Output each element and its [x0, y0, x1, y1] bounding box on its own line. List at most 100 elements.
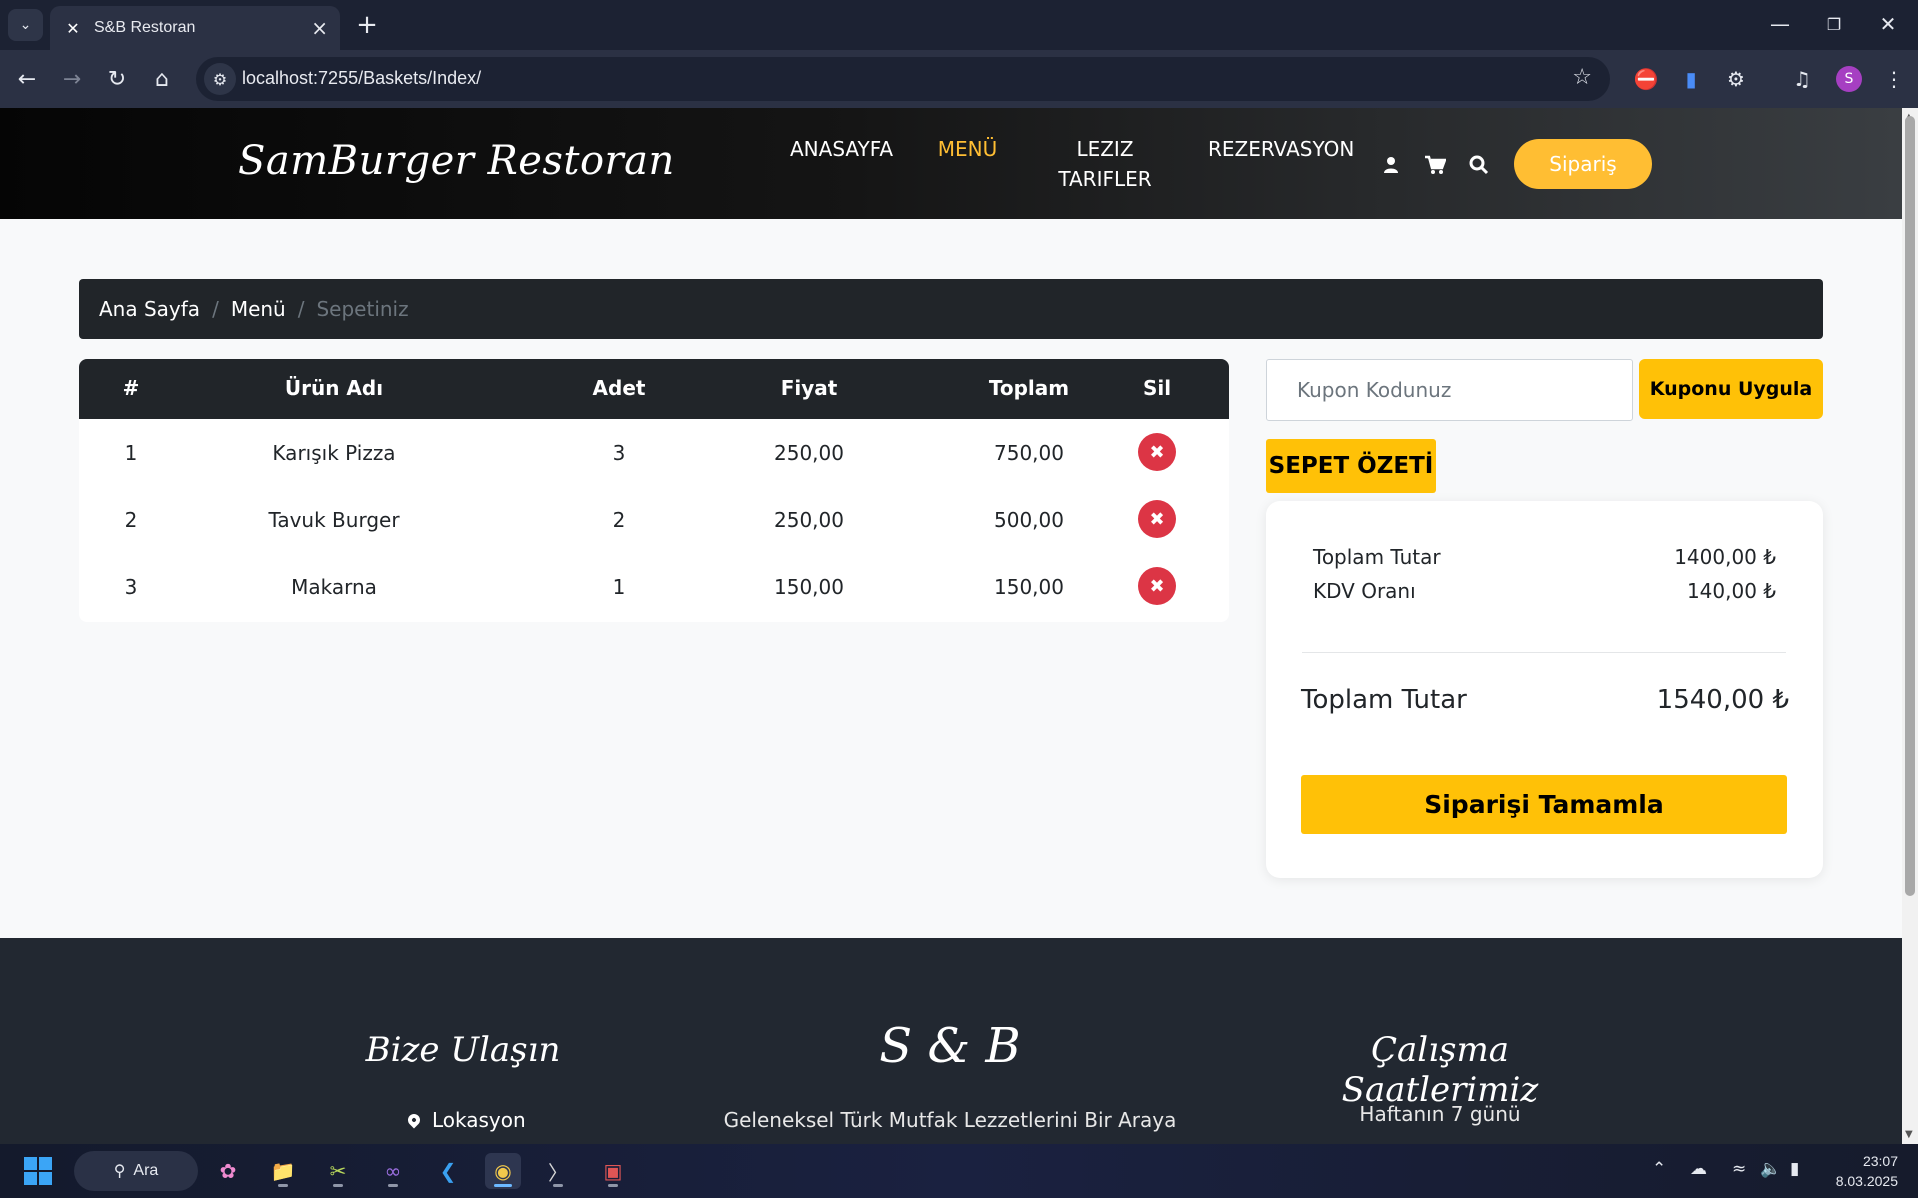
row-qty: 1: [612, 575, 626, 599]
breadcrumb-separator: /: [212, 297, 219, 321]
breadcrumb-menu[interactable]: Menü: [231, 297, 286, 321]
close-window-button[interactable]: ✕: [1868, 8, 1908, 40]
table-header: # Ürün Adı Adet Fiyat Toplam Sil: [79, 359, 1229, 419]
order-button[interactable]: Sipariş: [1514, 139, 1652, 189]
minimize-icon: —: [1770, 12, 1790, 36]
search-icon[interactable]: [1466, 152, 1492, 178]
delete-button[interactable]: ✖: [1138, 500, 1176, 538]
chrome-icon[interactable]: ◉: [485, 1153, 521, 1189]
tab-title: S&B Restoran: [94, 19, 196, 36]
brand-logo[interactable]: SamBurger Restoran: [238, 138, 675, 184]
map-pin-icon: [405, 1111, 423, 1129]
row-product-name: Karışık Pizza: [272, 441, 396, 465]
x-icon: ✖: [1149, 441, 1165, 463]
row-qty: 3: [612, 441, 626, 465]
taskbar-search[interactable]: ⚲ Ara: [74, 1151, 198, 1191]
nav-menu[interactable]: MENÜ: [925, 134, 1010, 164]
tab-search-button[interactable]: ⌄: [8, 9, 43, 41]
row-no: 1: [124, 441, 138, 465]
battery-icon[interactable]: ▮: [1790, 1159, 1799, 1179]
restore-button[interactable]: ❐: [1814, 8, 1854, 40]
basket-table: # Ürün Adı Adet Fiyat Toplam Sil 1 Karış…: [79, 359, 1229, 622]
profile-avatar[interactable]: S: [1836, 66, 1862, 92]
new-tab-button[interactable]: +: [352, 10, 382, 40]
x-icon: ✖: [1149, 508, 1165, 530]
vscode-icon[interactable]: ❮: [430, 1153, 466, 1189]
row-price: 250,00: [774, 508, 844, 532]
footer-hours-text: Haftanın 7 günü: [1359, 1102, 1521, 1126]
row-qty: 2: [612, 508, 626, 532]
scrollbar-thumb[interactable]: [1905, 116, 1915, 896]
footer-location-text: Lokasyon: [432, 1108, 526, 1132]
table-row: 3 Makarna 1 150,00 150,00 ✖: [79, 553, 1229, 620]
close-icon: ✕: [1879, 12, 1897, 36]
back-button[interactable]: ←: [10, 62, 44, 96]
clock-date: 8.03.2025: [1835, 1173, 1898, 1189]
volume-icon[interactable]: 🔈: [1760, 1159, 1781, 1179]
reload-icon: ↻: [107, 66, 127, 92]
browser-tab[interactable]: ✕ S&B Restoran ×: [50, 6, 340, 50]
media-control-icon[interactable]: ♫: [1786, 63, 1818, 95]
coupon-input[interactable]: [1266, 359, 1633, 421]
breadcrumb-separator: /: [297, 297, 305, 321]
arrow-left-icon: ←: [17, 66, 37, 92]
snip-recorder-icon[interactable]: ▣: [595, 1153, 631, 1189]
breadcrumb: Ana Sayfa / Menü / Sepetiniz: [79, 279, 1823, 339]
breadcrumb-home[interactable]: Ana Sayfa: [99, 297, 200, 321]
row-total: 500,00: [994, 508, 1064, 532]
taskbar-search-label: Ara: [133, 1162, 159, 1179]
restore-icon: ❐: [1826, 14, 1842, 34]
column-header-total: Toplam: [988, 376, 1070, 400]
visual-studio-icon[interactable]: ∞: [375, 1153, 411, 1189]
adblock-extension-icon[interactable]: ⛔: [1630, 63, 1662, 95]
more-menu-icon[interactable]: ⋮: [1878, 63, 1910, 95]
apply-coupon-button[interactable]: Kuponu Uygula: [1639, 359, 1823, 419]
complete-order-button[interactable]: Siparişi Tamamla: [1301, 775, 1787, 834]
plus-icon: +: [356, 10, 378, 40]
delete-button[interactable]: ✖: [1138, 567, 1176, 605]
close-icon[interactable]: ×: [311, 16, 328, 40]
summary-card: Toplam Tutar 1400,00 ₺ KDV Oranı 140,00 …: [1266, 501, 1823, 878]
terminal-icon[interactable]: 〉: [540, 1153, 576, 1189]
delete-button[interactable]: ✖: [1138, 433, 1176, 471]
browser-tabbar: ⌄ ✕ S&B Restoran × + — ❐ ✕: [0, 0, 1918, 50]
x-icon: ✖: [1149, 575, 1165, 597]
wifi-icon[interactable]: ≈: [1732, 1159, 1746, 1179]
forward-button[interactable]: →: [55, 62, 89, 96]
chevron-up-icon[interactable]: ⌃: [1652, 1159, 1666, 1179]
chevron-down-icon: ⌄: [19, 17, 32, 33]
url-text[interactable]: localhost:7255/Baskets/Index/: [242, 68, 481, 89]
nav-leziz-tarifler[interactable]: LEZIZ TARIFLER: [1050, 134, 1160, 194]
footer-logo-title: S & B: [879, 1018, 1021, 1074]
taskbar-clock[interactable]: 23:07 8.03.2025: [1826, 1151, 1898, 1191]
onedrive-cloud-icon[interactable]: ☁: [1690, 1159, 1707, 1179]
snipping-tool-icon[interactable]: ✂: [320, 1153, 356, 1189]
arrow-right-icon: →: [62, 66, 82, 92]
nav-rezervasyon[interactable]: REZERVASYON: [1208, 134, 1354, 164]
home-button[interactable]: ⌂: [145, 62, 179, 96]
site-header: SamBurger Restoran ANASAYFA MENÜ LEZIZ T…: [0, 108, 1902, 219]
cart-icon[interactable]: [1422, 152, 1448, 178]
column-header-delete: Sil: [1142, 376, 1172, 400]
nav-anasayfa[interactable]: ANASAYFA: [790, 134, 893, 164]
footer-location-link[interactable]: Lokasyon: [405, 1108, 526, 1132]
scroll-down-icon[interactable]: ▼: [1905, 1129, 1913, 1140]
subtotal-label: Toplam Tutar: [1313, 545, 1441, 569]
address-bar[interactable]: ⚙ localhost:7255/Baskets/Index/ ☆: [196, 57, 1610, 101]
minimize-button[interactable]: —: [1760, 8, 1800, 40]
reload-button[interactable]: ↻: [100, 62, 134, 96]
extensions-puzzle-icon[interactable]: ⚙: [1720, 63, 1752, 95]
site-info-icon[interactable]: ⚙: [204, 63, 236, 95]
column-header-name: Ürün Adı: [284, 376, 384, 400]
row-total: 150,00: [994, 575, 1064, 599]
utensils-icon: ✕: [66, 18, 80, 38]
grand-total-label: Toplam Tutar: [1301, 685, 1467, 715]
user-icon[interactable]: [1378, 152, 1404, 178]
bookmark-star-icon[interactable]: ☆: [1572, 65, 1592, 90]
page-scrollbar[interactable]: ▲ ▼: [1902, 108, 1918, 1144]
copilot-icon[interactable]: ✿: [210, 1153, 246, 1189]
file-explorer-icon[interactable]: 📁: [265, 1153, 301, 1189]
windows-start-icon[interactable]: [24, 1157, 52, 1185]
home-icon: ⌂: [155, 66, 169, 92]
docs-extension-icon[interactable]: ▮: [1675, 63, 1707, 95]
